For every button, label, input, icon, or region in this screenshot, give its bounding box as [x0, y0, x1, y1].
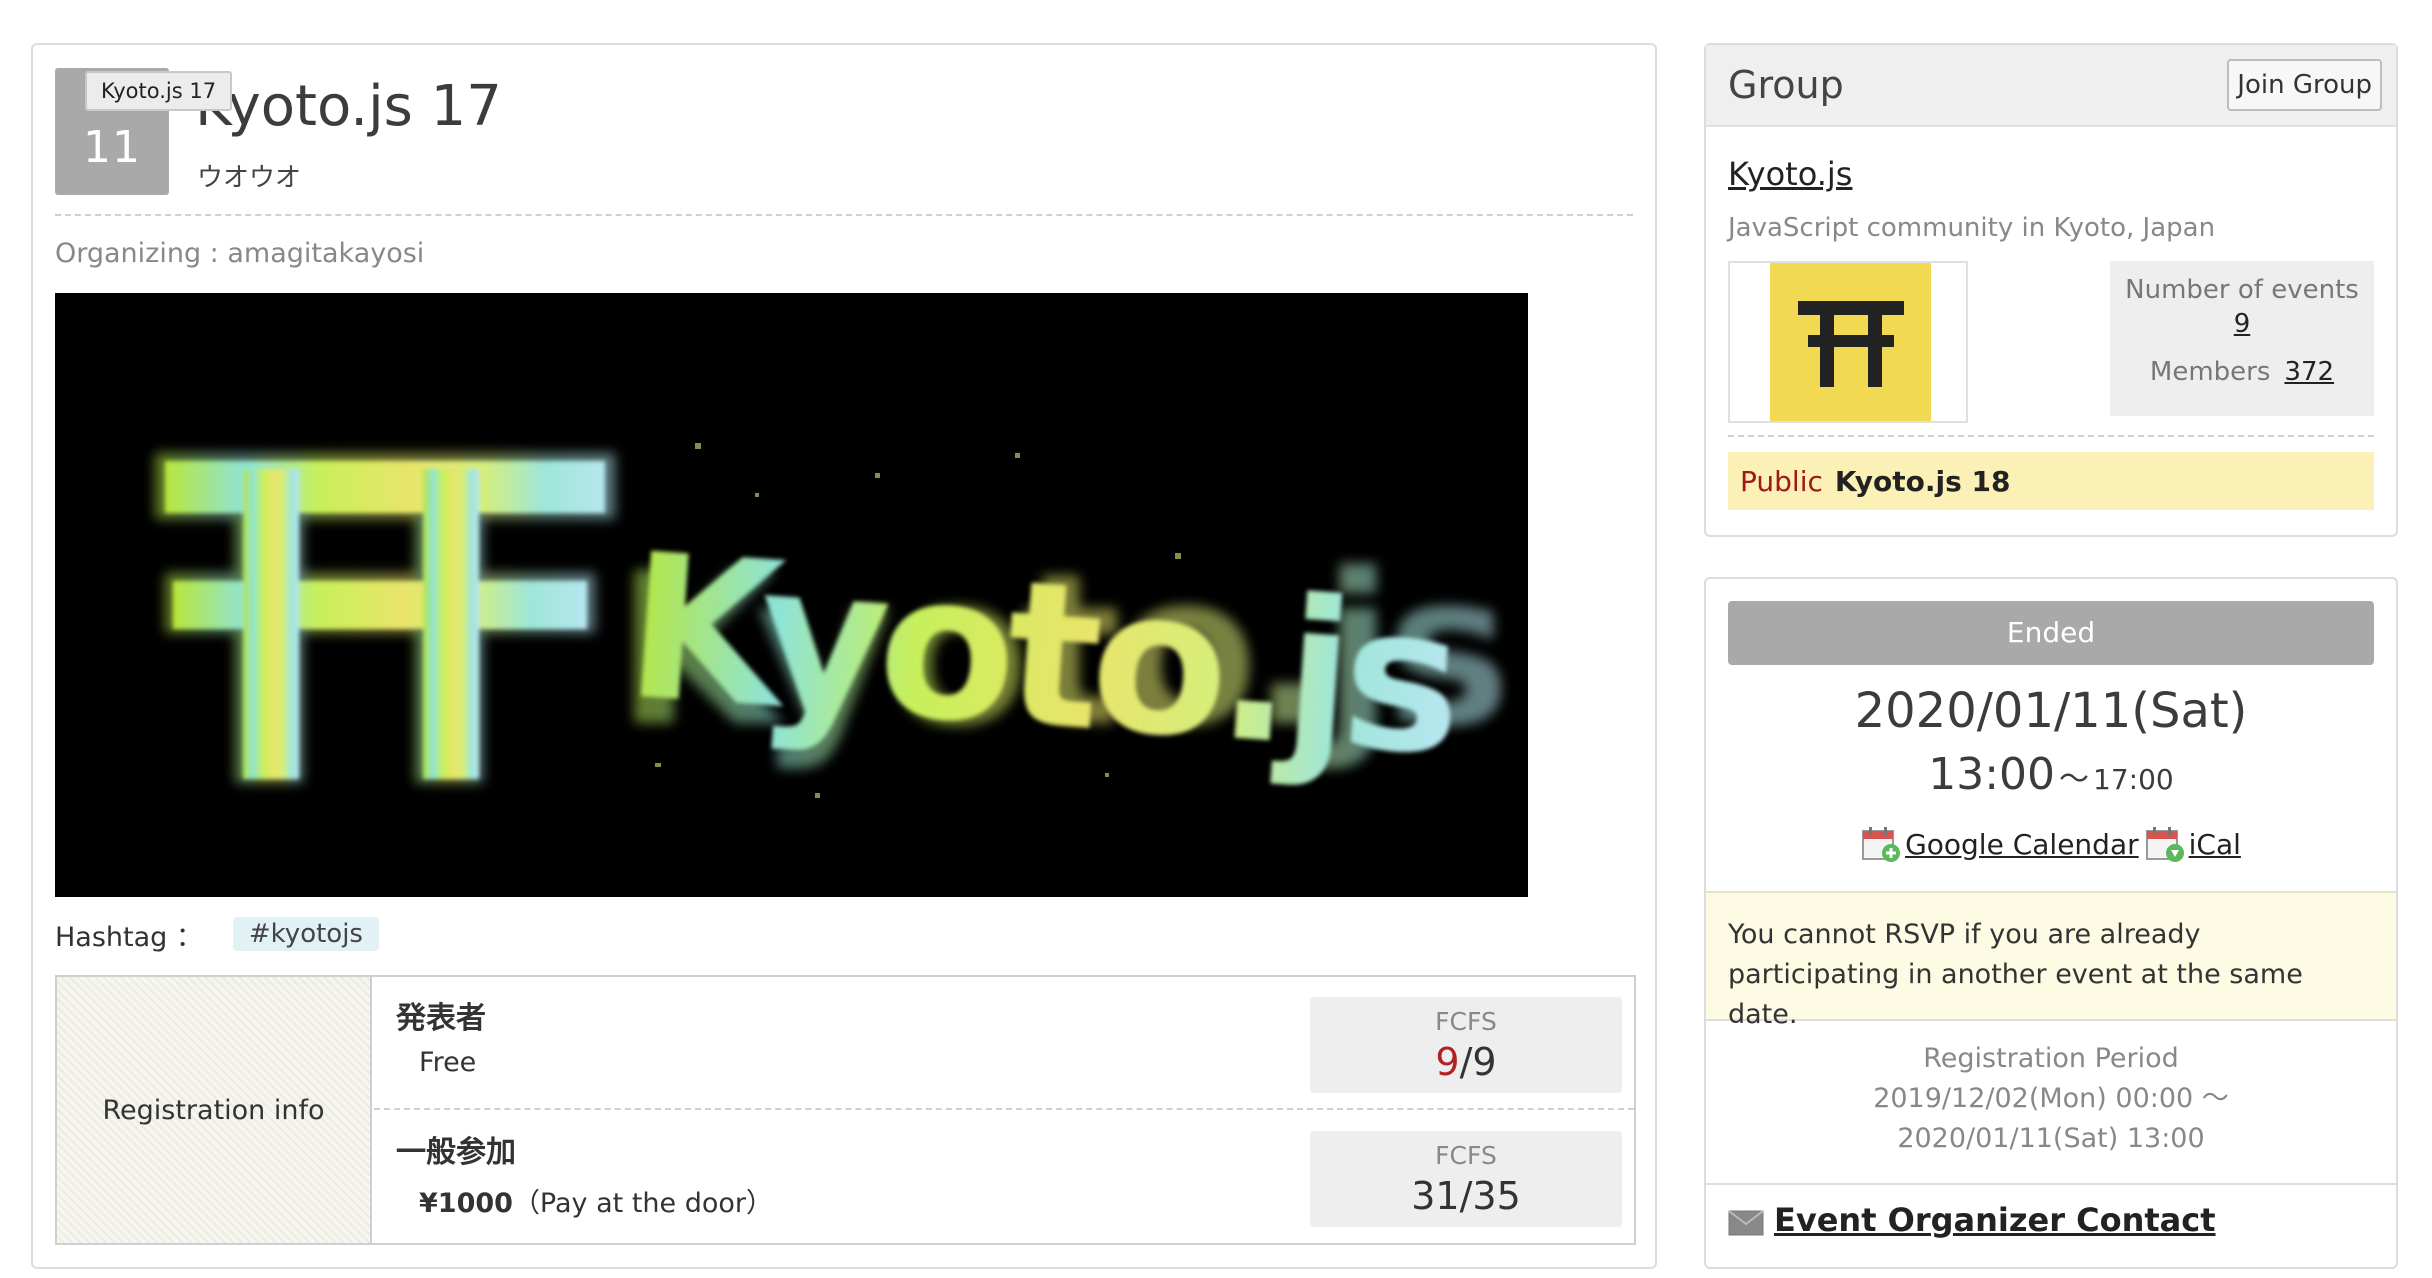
calendar-add-icon — [1862, 827, 1901, 862]
members-label: Members — [2149, 357, 2271, 387]
group-panel: Group Join Group Kyoto.js JavaScript com… — [1704, 43, 2398, 537]
ticket-name: 一般参加 — [396, 1135, 516, 1170]
ical-link[interactable]: iCal — [2145, 825, 2241, 863]
organizer-contact[interactable]: Event Organizer Contact — [1728, 1201, 2216, 1239]
hashtag-chip[interactable]: #kyotojs — [232, 917, 379, 951]
group-divider — [1728, 435, 2374, 437]
next-event-link[interactable]: Kyoto.js 18 — [1835, 465, 2011, 498]
group-header-title: Group — [1728, 63, 1844, 107]
google-calendar-link[interactable]: Google Calendar — [1861, 825, 2139, 863]
organizer-text: Organizing : amagitakayosi — [55, 238, 425, 269]
calendar-download-icon — [2145, 827, 2184, 862]
group-name-link[interactable]: Kyoto.js — [1728, 155, 1852, 193]
capacity-box: FCFS 31/35 — [1310, 1131, 1622, 1227]
ticket-name: 発表者 — [396, 1001, 486, 1036]
members-count-link[interactable]: 372 — [2284, 357, 2334, 387]
join-group-button[interactable]: Join Group — [2227, 59, 2382, 111]
capacity-value: 31/35 — [1310, 1174, 1622, 1218]
group-logo[interactable] — [1728, 261, 1968, 423]
event-subtitle: ウオウオ — [197, 163, 302, 193]
google-calendar-label: Google Calendar — [1905, 827, 2139, 861]
event-main-panel: 11 Kyoto.js 17 Kyoto.js 17 ウオウオ Organizi… — [31, 43, 1657, 1269]
capacity-value: 9/9 — [1310, 1040, 1622, 1084]
public-status-tag: Public — [1740, 464, 1823, 498]
ticket-price-value: Free — [419, 1047, 477, 1078]
reg-period-start: 2019/12/02(Mon) 00:00 ～ — [1873, 1083, 2229, 1114]
capacity-box: FCFS 9/9 — [1310, 997, 1622, 1093]
ended-status-button: Ended — [1728, 601, 2374, 665]
registration-period: Registration Period 2019/12/02(Mon) 00:0… — [1706, 1039, 2396, 1159]
ticket-price-note: （Pay at the door） — [512, 1188, 773, 1219]
group-stats: Number of events 9 Members 372 — [2110, 261, 2374, 416]
title-divider — [55, 214, 1633, 216]
kyotojs-glitch-logo: Kyoto.js Kyoto.js — [55, 293, 1528, 897]
time-start: 13:00 — [1928, 749, 2056, 800]
time-separator: ～ — [2059, 762, 2090, 797]
registration-header: Registration info — [57, 977, 372, 1243]
event-banner-image: Kyoto.js Kyoto.js — [55, 293, 1528, 897]
ticket-price-value: ¥1000 — [419, 1188, 513, 1219]
events-count-link[interactable]: 9 — [2110, 309, 2374, 339]
event-info-panel: Ended 2020/01/11(Sat) 13:00 ～ 17:00 Google… — [1704, 577, 2398, 1269]
capacity-filled: 31 — [1411, 1174, 1460, 1218]
reg-period-label: Registration Period — [1923, 1043, 2179, 1074]
ticket-price: ¥1000（Pay at the door） — [419, 1181, 773, 1220]
reg-period-end: 2020/01/11(Sat) 13:00 — [1897, 1123, 2205, 1154]
mail-icon — [1728, 1210, 1764, 1236]
ticket-row: 発表者 Free FCFS 9/9 — [374, 977, 1634, 1110]
capacity-label: FCFS — [1435, 1141, 1497, 1170]
torii-icon — [1770, 263, 1931, 421]
ticket-price: Free — [419, 1047, 476, 1078]
event-date: 2020/01/11(Sat) — [1854, 683, 2248, 739]
rsvp-warning-note: You cannot RSVP if you are already parti… — [1706, 891, 2396, 1030]
event-day: 11 — [83, 122, 141, 173]
group-description: JavaScript community in Kyoto, Japan — [1728, 213, 2216, 243]
members-row: Members 372 — [2110, 357, 2374, 387]
organizer-contact-link[interactable]: Event Organizer Contact — [1774, 1201, 2216, 1239]
next-event-banner: Public Kyoto.js 18 — [1728, 452, 2374, 510]
event-title: Kyoto.js 17 — [195, 74, 502, 139]
ical-label: iCal — [2188, 827, 2241, 861]
registration-table: Registration info 発表者 Free FCFS 9/9 一般参加… — [55, 975, 1636, 1245]
capacity-total: /35 — [1459, 1174, 1521, 1218]
ticket-row: 一般参加 ¥1000（Pay at the door） FCFS 31/35 — [374, 1111, 1634, 1244]
contact-divider — [1706, 1183, 2396, 1185]
calendar-links: Google Calendar iCal — [1706, 825, 2396, 863]
event-time: 13:00 ～ 17:00 — [1706, 749, 2396, 800]
hashtag-row: Hashtag ： #kyotojs — [55, 913, 379, 955]
events-count-label: Number of events — [2125, 275, 2359, 305]
time-end: 17:00 — [2093, 763, 2174, 796]
title-tooltip: Kyoto.js 17 — [85, 71, 233, 111]
capacity-total: /9 — [1459, 1040, 1497, 1084]
hashtag-label: Hashtag ： — [55, 921, 203, 953]
capacity-filled: 9 — [1435, 1040, 1460, 1084]
capacity-label: FCFS — [1435, 1007, 1497, 1036]
group-header: Group Join Group — [1706, 45, 2396, 127]
